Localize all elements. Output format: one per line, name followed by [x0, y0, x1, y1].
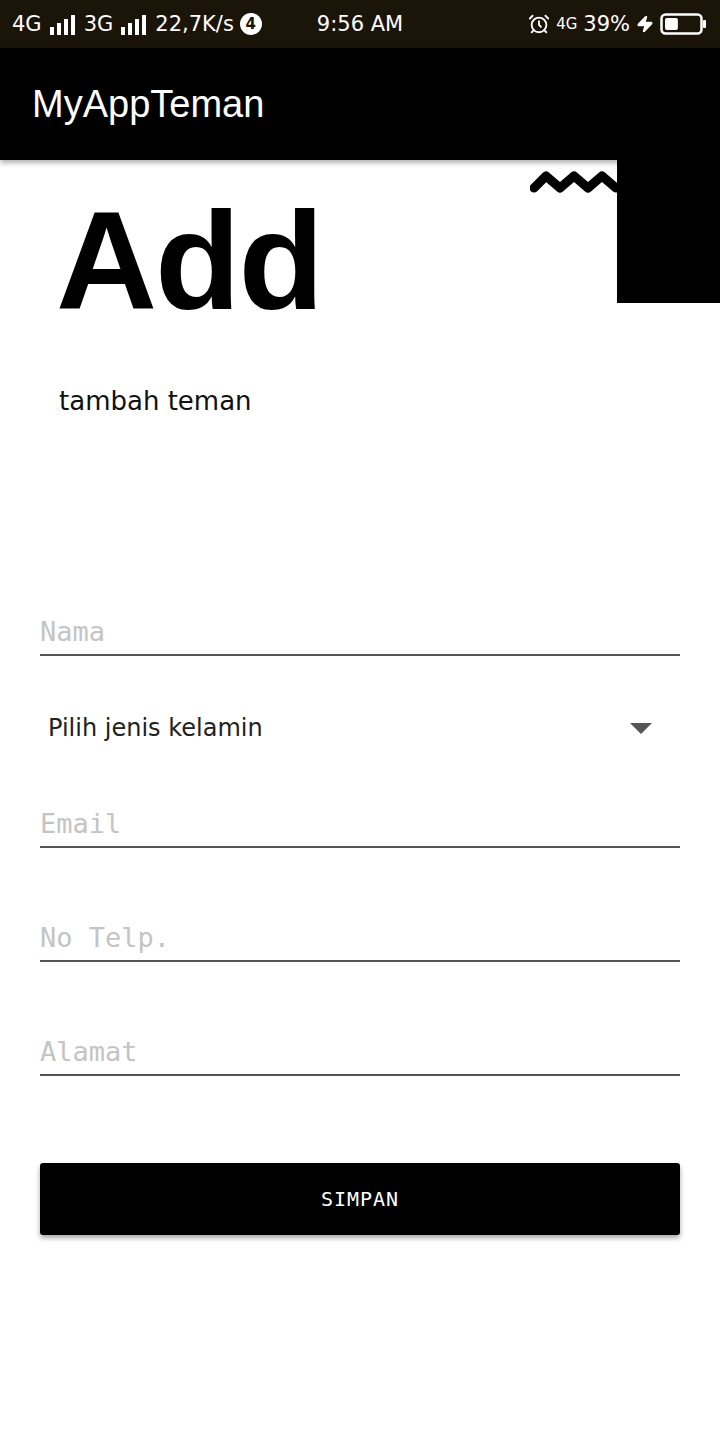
speed-label: 22,7K/s: [155, 12, 234, 36]
text-field[interactable]: [40, 904, 680, 962]
header-subtitle: tambah teman: [56, 384, 322, 418]
select-label: Pilih jenis kelamin: [48, 714, 263, 742]
decoration-icon: [530, 160, 720, 303]
signal-icon: [48, 13, 78, 35]
clock: 9:56 AM: [317, 12, 403, 36]
app-bar: MyAppTeman: [0, 48, 720, 160]
friend-form: Pilih jenis kelamin SIMPAN: [0, 598, 720, 1235]
text-field[interactable]: [40, 790, 680, 848]
header-text: Add tambah teman: [0, 160, 322, 418]
network-label: 4G: [12, 12, 42, 36]
network-label: 3G: [84, 12, 114, 36]
battery-icon: [660, 12, 708, 36]
header: Add tambah teman: [0, 160, 720, 418]
status-right: 4G 39%: [403, 12, 708, 36]
status-bar: 4G 3G 22,7K/s 4 9:56 AM 4G 39%: [0, 0, 720, 48]
battery-percent: 39%: [583, 12, 630, 36]
network-label: 4G: [556, 15, 577, 33]
text-field[interactable]: [40, 1018, 680, 1076]
header-title: Add: [56, 191, 322, 331]
gender-select[interactable]: Pilih jenis kelamin: [40, 688, 680, 768]
dropdown-arrow-icon: [630, 723, 652, 734]
status-left: 4G 3G 22,7K/s 4: [12, 12, 317, 36]
alarm-icon: [528, 13, 550, 35]
screen: 4G 3G 22,7K/s 4 9:56 AM 4G 39% MyAppTeman Add tam…: [0, 0, 720, 1440]
charging-icon: [636, 15, 654, 33]
save-button[interactable]: SIMPAN: [40, 1163, 680, 1235]
notification-badge: 4: [240, 13, 262, 35]
text-field[interactable]: [40, 598, 680, 656]
signal-icon: [119, 13, 149, 35]
